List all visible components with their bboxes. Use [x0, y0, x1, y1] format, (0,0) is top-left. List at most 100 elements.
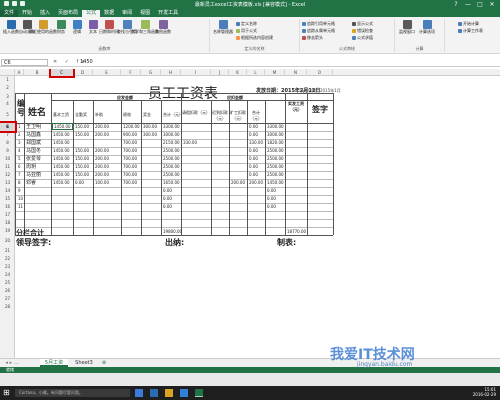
cell-value[interactable]: 0.00 — [163, 204, 172, 209]
cell-value[interactable]: 1200.00 — [123, 124, 140, 129]
cell-value[interactable]: 1450.00 — [53, 156, 70, 161]
row-header[interactable]: 16 — [0, 203, 15, 211]
ribbon-small-button[interactable]: 追踪引用单元格 — [302, 21, 335, 26]
tab-0[interactable]: 文件 — [0, 10, 19, 17]
column-header[interactable]: E — [93, 69, 121, 76]
column-header[interactable]: M — [265, 69, 285, 76]
row-header[interactable]: 10 — [0, 155, 15, 163]
cell-value[interactable]: 700.00 — [123, 164, 137, 169]
cell-value[interactable]: 200.00 — [95, 164, 109, 169]
add-sheet-icon[interactable]: ⊕ — [100, 359, 108, 367]
formula-input[interactable]: 1450 — [80, 59, 498, 66]
row-header[interactable]: 14 — [0, 187, 15, 195]
row-header[interactable]: 27 — [0, 295, 15, 303]
fx-button[interactable]: 插入函数 — [3, 20, 19, 34]
row-header[interactable]: 8 — [0, 139, 15, 147]
tab-1[interactable]: 开始 — [18, 10, 36, 17]
row-header[interactable]: 13 — [0, 179, 15, 187]
name-box[interactable]: C6 — [1, 59, 48, 66]
cell-value[interactable]: 300.00 — [143, 132, 157, 137]
cell-value[interactable]: 2500.00 — [163, 148, 180, 153]
recent-button[interactable]: 最近使用的函数 — [29, 20, 57, 34]
cell-value[interactable]: 0.00 — [267, 204, 276, 209]
cell-value[interactable]: 0.00 — [249, 148, 258, 153]
cell-value[interactable]: 700.00 — [123, 148, 137, 153]
cell-value[interactable]: 1450.00 — [53, 164, 70, 169]
column-header[interactable]: D — [73, 69, 93, 76]
cell-value[interactable]: 3300.00 — [267, 124, 284, 129]
cell-value[interactable]: 0.00 — [267, 188, 276, 193]
column-header[interactable]: J — [211, 69, 229, 76]
tab-4[interactable]: 公式 — [82, 10, 101, 17]
row-header[interactable]: 18 — [0, 219, 15, 227]
store-icon[interactable] — [180, 389, 188, 397]
watch-button[interactable]: 监视窗口 — [399, 20, 415, 34]
cell-value[interactable]: 0.00 — [249, 172, 258, 177]
select-all-corner[interactable] — [0, 69, 15, 76]
cell-value[interactable]: 200.00 — [231, 180, 245, 185]
cell-value[interactable]: 100.00 — [95, 180, 109, 185]
sheet-tab[interactable]: Sheet3 — [72, 359, 96, 367]
row-header[interactable]: 25 — [0, 279, 15, 287]
cell-value[interactable]: 1820.00 — [267, 140, 284, 145]
ribbon-small-button[interactable]: 开始计算 — [458, 21, 479, 26]
cell-value[interactable]: 150.00 — [75, 124, 89, 129]
cell-value[interactable]: 2500.00 — [163, 156, 180, 161]
calc-options-button[interactable]: 计算选项 — [419, 20, 435, 34]
cell-value[interactable]: 1650.00 — [163, 180, 180, 185]
cell-value[interactable]: 150.00 — [75, 148, 89, 153]
ribbon-small-button[interactable]: 根据所选内容创建 — [236, 35, 273, 40]
cell-value[interactable]: 2500.00 — [267, 164, 284, 169]
column-header[interactable]: L — [247, 69, 265, 76]
row-header[interactable]: 28 — [0, 303, 15, 311]
logic-button[interactable]: 逻辑 — [70, 20, 84, 34]
cell-value[interactable]: 700.00 — [123, 140, 137, 145]
cell-value[interactable]: 200.00 — [95, 132, 109, 137]
task-view-icon[interactable] — [135, 389, 143, 397]
cell-value[interactable]: 2500.00 — [163, 164, 180, 169]
cell-value[interactable]: 1450.00 — [53, 172, 70, 177]
row-header[interactable]: 9 — [0, 147, 15, 155]
tab-2[interactable]: 插入 — [36, 10, 54, 17]
cell-value[interactable]: 0.00 — [267, 196, 276, 201]
cell-value[interactable]: 1450.00 — [53, 132, 70, 137]
row-header[interactable]: 5 — [0, 107, 15, 123]
clock[interactable]: 15:01 2016-02-29 — [473, 387, 496, 397]
ribbon-small-button[interactable]: 错误检查 — [352, 28, 373, 33]
cell-value[interactable]: 330.00 — [249, 140, 263, 145]
cell-value[interactable]: 0.00 — [163, 188, 172, 193]
explorer-icon[interactable] — [165, 389, 173, 397]
row-header[interactable]: 4 — [0, 100, 15, 107]
cell-value[interactable]: 200.00 — [95, 156, 109, 161]
cortana-search[interactable]: Cortana，小娜。有问题尽管问我。 — [15, 389, 130, 397]
sheet-nav-icon[interactable]: ◂ ▸ … — [2, 359, 22, 367]
maximize-button[interactable]: □ — [474, 0, 486, 9]
cell-value[interactable]: 2500.00 — [163, 172, 180, 177]
close-button[interactable]: ✕ — [486, 0, 498, 9]
column-header[interactable]: C — [49, 69, 75, 78]
cell-value[interactable]: 200.00 — [249, 180, 263, 185]
text-button[interactable]: 文本 — [86, 20, 100, 34]
cell-value[interactable]: 330.00 — [183, 140, 197, 145]
ribbon-small-button[interactable]: 定义名称 — [236, 21, 257, 26]
cell-value[interactable]: 0.00 — [249, 156, 258, 161]
edge-icon[interactable] — [150, 389, 158, 397]
cell-value[interactable]: 900.00 — [123, 132, 137, 137]
help-button[interactable]: ? — [450, 0, 462, 9]
cell-value[interactable]: 3300.00 — [163, 124, 180, 129]
datetime-button[interactable]: 日期和时间 — [99, 20, 119, 34]
row-header[interactable]: 22 — [0, 255, 15, 263]
more-button[interactable]: 其他函数 — [155, 20, 171, 34]
row-header[interactable]: 3 — [0, 93, 15, 100]
ribbon-small-button[interactable]: 用于公式 — [236, 28, 257, 33]
cell-value[interactable]: 700.00 — [123, 172, 137, 177]
row-header[interactable]: 1 — [0, 76, 15, 83]
math-button[interactable]: 数学和三角函数 — [131, 20, 159, 34]
cell-value[interactable]: 3000.00 — [163, 132, 180, 137]
tab-6[interactable]: 审阅 — [118, 10, 136, 17]
row-header[interactable]: 24 — [0, 271, 15, 279]
column-header[interactable]: B — [24, 69, 51, 76]
cell-value[interactable]: 3000.00 — [267, 132, 284, 137]
row-header[interactable]: 17 — [0, 211, 15, 219]
row-header[interactable]: 12 — [0, 171, 15, 179]
